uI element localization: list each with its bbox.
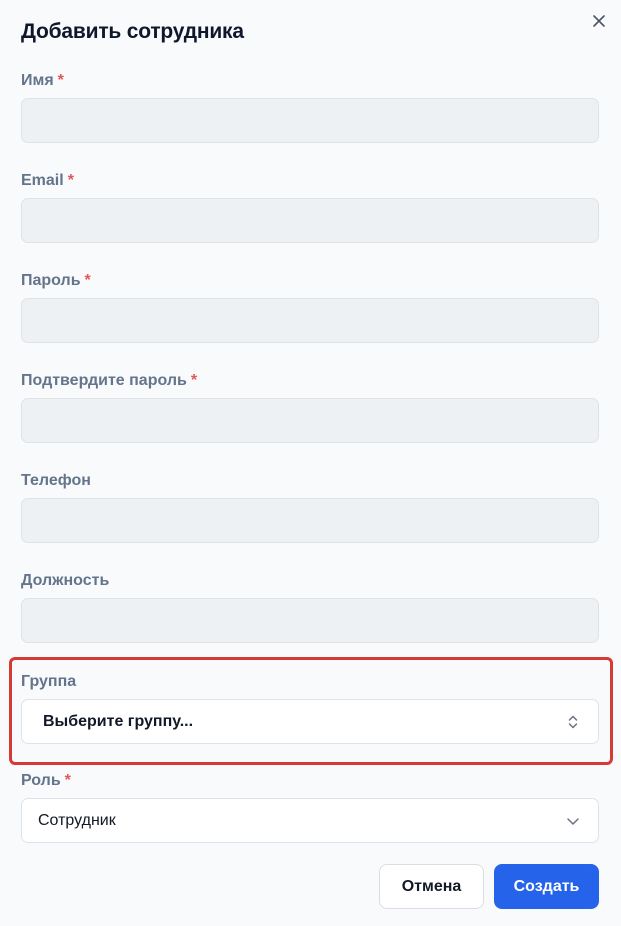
group-select-value: Выберите группу...: [43, 712, 194, 730]
close-icon: [592, 14, 606, 28]
role-select-value: Сотрудник: [38, 811, 116, 829]
required-mark: *: [190, 372, 198, 389]
name-input[interactable]: [21, 98, 599, 143]
email-label: Email *: [21, 172, 74, 189]
name-field-group: Имя *: [21, 71, 599, 143]
confirm-password-label: Подтвердите пароль *: [21, 372, 198, 389]
confirm-password-input[interactable]: [21, 398, 599, 443]
required-mark: *: [84, 272, 91, 289]
password-input[interactable]: [21, 298, 599, 343]
phone-field-group: Телефон: [21, 471, 599, 543]
required-mark: *: [67, 172, 74, 189]
position-field-group: Должность: [21, 571, 599, 643]
password-label: Пароль *: [21, 272, 91, 289]
required-mark: *: [57, 72, 64, 89]
name-label: Имя *: [21, 72, 64, 89]
chevron-up-down-icon: [566, 714, 580, 730]
role-select[interactable]: Сотрудник: [21, 798, 599, 843]
role-field-group: Роль * Сотрудник: [21, 771, 599, 843]
role-label: Роль *: [21, 772, 71, 789]
group-label: Группа: [21, 673, 77, 690]
email-input[interactable]: [21, 198, 599, 243]
password-field-group: Пароль *: [21, 271, 599, 343]
confirm-password-field-group: Подтвердите пароль *: [21, 371, 599, 443]
position-label: Должность: [21, 572, 110, 589]
position-input[interactable]: [21, 598, 599, 643]
cancel-button[interactable]: Отмена: [379, 864, 484, 909]
email-field-group: Email *: [21, 171, 599, 243]
required-mark: *: [64, 772, 71, 789]
phone-label: Телефон: [21, 472, 91, 489]
chevron-down-icon: [566, 813, 580, 829]
close-button[interactable]: [588, 10, 610, 32]
phone-input[interactable]: [21, 498, 599, 543]
add-employee-dialog: Добавить сотрудника Имя * Email * Пароль * …: [0, 0, 621, 926]
create-button[interactable]: Создать: [494, 864, 599, 909]
group-field-group: Группа Выберите группу...: [21, 672, 599, 744]
group-select[interactable]: Выберите группу...: [21, 699, 599, 744]
dialog-title: Добавить сотрудника: [21, 20, 244, 43]
